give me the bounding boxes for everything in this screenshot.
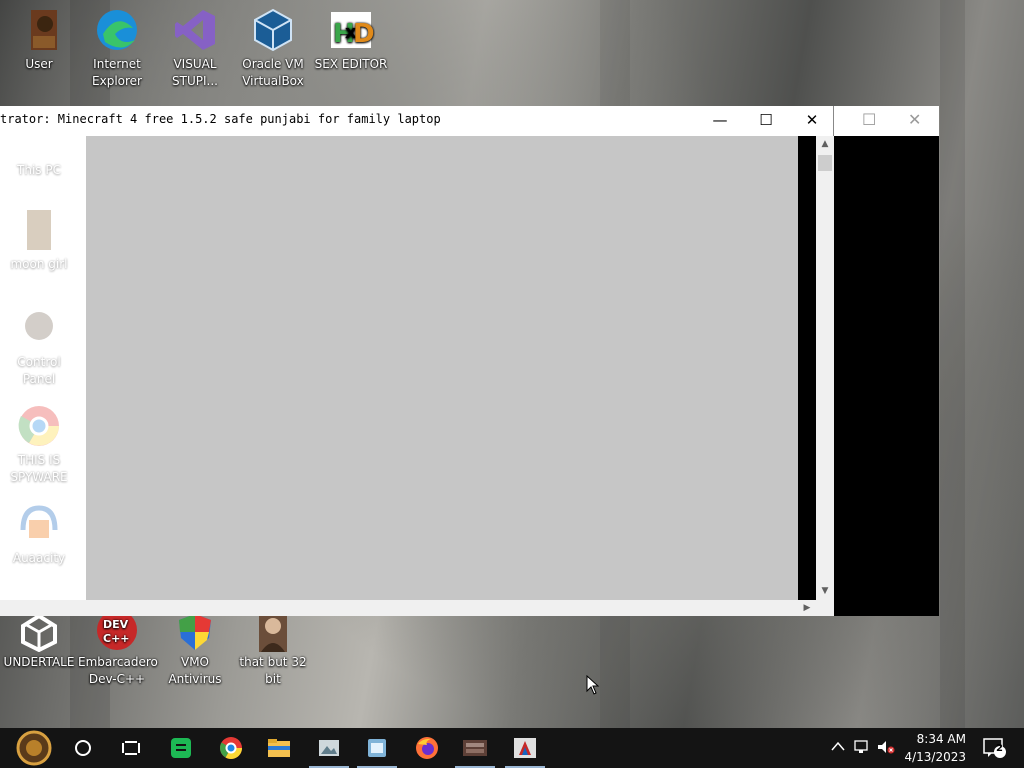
system-clock[interactable]: 8:34 AM 4/13/2023 [904,730,966,766]
maximize-button[interactable]: ☐ [743,106,789,134]
scroll-up-icon[interactable]: ▲ [816,136,834,153]
console-maximize-button[interactable]: ☐ [862,110,876,129]
console-window[interactable]: ☐ ✕ [834,106,939,616]
horizontal-scrollbar[interactable]: ▶ [0,600,816,616]
desktop-icon-label: Internet Explorer [92,57,142,88]
console-edge [798,136,816,600]
edge-icon [93,6,141,54]
search-circle-icon[interactable] [59,728,107,768]
network-icon[interactable] [853,740,871,758]
desktop-icon-label: VMO Antivirus [168,655,222,686]
game-canvas[interactable] [86,136,798,600]
svg-text:D: D [353,19,375,49]
chevron-up-icon[interactable] [831,740,845,755]
notification-count: 2 [996,743,1003,754]
desktop-icon-audacity: Auaacity [0,500,78,567]
wallpaper-streak [940,0,965,728]
desktop-icon-label: UNDERTALE [3,655,75,669]
resize-grip[interactable] [816,600,834,616]
green-app-icon[interactable] [157,728,205,768]
audacity-icon [15,500,63,548]
desktop-icon-devcpp[interactable]: DEV C++ Embarcadero Dev-C++ [78,610,158,688]
moon-girl-icon [15,206,63,254]
vertical-scrollbar[interactable]: ▲ ▼ [816,136,834,600]
desktop-icon-visual-studio[interactable]: VISUAL STUPI... [156,6,234,90]
desktop-icon-user[interactable]: User [0,6,78,73]
virtualbox-icon [249,6,297,54]
scroll-thumb[interactable] [818,155,832,171]
console-close-button[interactable]: ✕ [908,110,921,129]
clock-date: 4/13/2023 [904,750,966,764]
desktop-icon-vmo-antivirus[interactable]: VMO Antivirus [156,612,234,688]
desktop-icon-moon-girl: moon girl [0,206,78,273]
taskbar: 8:34 AM 4/13/2023 2 [0,728,1024,768]
desktop-icon-this-is-spyware: THIS IS SPYWARE [0,402,78,486]
desktop-icon-label: VISUAL STUPI... [172,57,218,88]
close-button[interactable]: ✕ [789,106,835,134]
firefox-icon[interactable] [403,728,451,768]
desktop-icon-32bit[interactable]: that but 32 bit [234,612,312,688]
desktop-icon-internet-explorer[interactable]: Internet Explorer [78,6,156,90]
java-app-icon[interactable] [501,728,549,768]
control-panel-icon [15,304,63,352]
visual-studio-icon [171,6,219,54]
svg-text:C++: C++ [103,632,130,645]
this-pc-icon [15,136,63,160]
console-titlebar[interactable]: ☐ ✕ [834,106,939,136]
hex-editor-icon: HxD [327,6,375,54]
scroll-right-icon[interactable]: ▶ [798,600,816,616]
chrome-icon [15,402,63,450]
svg-text:DEV: DEV [103,618,129,631]
desktop-icon-label: User [25,57,53,71]
desktop-icon-control-panel: Control Panel [0,304,78,388]
desktop-icon-label: THIS IS SPYWARE [10,453,68,484]
image-app-icon[interactable] [305,728,353,768]
minimize-button[interactable]: — [697,106,743,134]
mouse-cursor-icon [586,675,600,695]
notification-center-icon[interactable]: 2 [983,738,1007,762]
minecraft-window[interactable]: trator: Minecraft 4 free 1.5.2 safe punj… [0,106,834,616]
task-view-icon[interactable] [107,728,155,768]
devcpp-icon: DEV C++ [93,610,141,652]
start-button-icon[interactable] [10,728,58,768]
desktop-icon-label: moon girl [10,257,68,271]
antivirus-shield-icon [171,612,219,652]
desktop-icon-virtualbox[interactable]: Oracle VM VirtualBox [234,6,312,90]
user-folder-icon [15,6,63,54]
window-titlebar[interactable]: trator: Minecraft 4 free 1.5.2 safe punj… [0,106,833,136]
desktop-icon-label: This PC [17,163,61,177]
scroll-down-icon[interactable]: ▼ [816,583,834,600]
desktop-icon-label: Oracle VM VirtualBox [242,57,304,88]
desktop-icon-label: Embarcadero Dev-C++ [78,655,158,686]
volume-muted-icon[interactable] [877,740,895,758]
notepad-app-icon[interactable] [353,728,401,768]
desktop-icon-label: SEX EDITOR [314,57,388,71]
desktop-icon-this-pc: This PC [0,136,78,179]
desktop-icon-label: Control Panel [17,355,61,386]
game-app-icon[interactable] [451,728,499,768]
file-explorer-icon[interactable] [255,728,303,768]
desktop-icon-hex-editor[interactable]: HxD SEX EDITOR [312,6,390,73]
portrait-icon [249,612,297,652]
window-title: trator: Minecraft 4 free 1.5.2 safe punj… [0,112,441,126]
desktop-icon-label: that but 32 bit [239,655,307,686]
clock-time: 8:34 AM [916,732,966,746]
unity-icon [15,612,63,653]
desktop-icon-undertale[interactable]: UNDERTALE [0,612,78,671]
desktop-icon-label: Auaacity [12,551,66,565]
chrome-icon[interactable] [207,728,255,768]
